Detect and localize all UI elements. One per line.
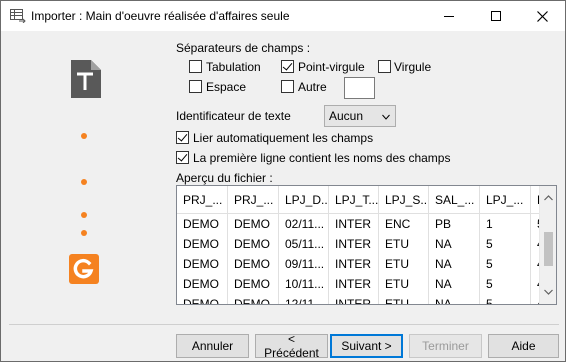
first-row-headers-checkbox[interactable] <box>176 151 189 164</box>
text-qualifier-select[interactable]: Aucun <box>324 105 396 127</box>
preview-cell: NA <box>429 254 480 274</box>
preview-cell: NA <box>429 274 480 294</box>
preview-column-header[interactable]: LPJ_T... <box>329 186 379 213</box>
preview-cell: ETU <box>379 294 429 304</box>
finish-button[interactable]: Terminer <box>409 334 482 358</box>
preview-cell: PB <box>429 214 480 234</box>
preview-cell: 1 <box>480 214 531 234</box>
semicolon-label: Point-virgule <box>298 60 365 74</box>
close-button[interactable] <box>519 1 565 31</box>
preview-cell: DEMO <box>177 274 228 294</box>
preview-row: DEMODEMO10/11...INTERETUNA54 <box>177 274 551 294</box>
footer-divider <box>9 324 559 325</box>
title-bar: Importer : Main d'oeuvre réalisée d'affa… <box>1 1 565 31</box>
cancel-button[interactable]: Annuler <box>176 334 249 358</box>
preview-column-header[interactable]: LPJ_... <box>480 186 531 213</box>
text-qualifier-value: Aucun <box>329 109 364 123</box>
brand-logo-icon <box>69 254 99 284</box>
preview-table: PRJ_... PRJ_... LPJ_D... LPJ_T... LPJ_S... SA… <box>177 186 551 304</box>
table-import-icon <box>10 9 26 24</box>
preview-cell: DEMO <box>228 274 279 294</box>
preview-cell: DEMO <box>228 214 279 234</box>
preview-cell: ETU <box>379 234 429 254</box>
preview-cell: NA <box>429 234 480 254</box>
first-row-headers-label: La première ligne contient les noms des … <box>193 151 451 165</box>
auto-link-label: Lier automatiquement les champs <box>193 131 374 145</box>
window-title: Importer : Main d'oeuvre réalisée d'affa… <box>31 9 290 23</box>
minimize-button[interactable] <box>426 1 472 31</box>
preview-cell: 10/11... <box>279 274 329 294</box>
preview-cell: INTER <box>329 294 379 304</box>
text-qualifier-label: Identificateur de texte <box>176 109 291 123</box>
chevron-down-icon <box>382 114 390 120</box>
preview-cell: DEMO <box>177 254 228 274</box>
separators-heading: Séparateurs de champs : <box>176 41 311 55</box>
space-label: Espace <box>206 80 247 94</box>
text-file-icon <box>71 60 101 98</box>
preview-cell: 12/11... <box>279 294 329 304</box>
scroll-down-icon[interactable] <box>544 288 553 296</box>
preview-cell: NA <box>429 294 480 304</box>
wizard-steps-panel <box>1 32 171 322</box>
preview-cell: INTER <box>329 254 379 274</box>
close-icon <box>536 10 548 22</box>
preview-row: DEMODEMO05/11...INTERETUNA54 <box>177 234 551 254</box>
step-indicator-dot <box>81 212 87 218</box>
help-button[interactable]: Aide <box>488 334 559 358</box>
other-separator-input[interactable] <box>344 77 375 99</box>
preview-heading: Aperçu du fichier : <box>176 171 273 185</box>
preview-cell: DEMO <box>177 214 228 234</box>
next-button[interactable]: Suivant > <box>330 334 403 358</box>
preview-cell: 5 <box>480 254 531 274</box>
previous-button[interactable]: < Précédent <box>255 332 328 360</box>
preview-cell: INTER <box>329 234 379 254</box>
tab-checkbox[interactable] <box>189 60 202 73</box>
preview-cell: DEMO <box>177 294 228 304</box>
preview-column-header[interactable]: LPJ_S... <box>379 186 429 213</box>
preview-column-header[interactable]: LPJ_D... <box>279 186 329 213</box>
preview-row: DEMODEMO09/11...INTERETUNA54 <box>177 254 551 274</box>
preview-cell: 02/11... <box>279 214 329 234</box>
preview-cell: ETU <box>379 254 429 274</box>
preview-row: DEMODEMO12/11...INTERETUNA54 <box>177 294 551 304</box>
preview-cell: INTER <box>329 274 379 294</box>
minimize-icon <box>444 15 454 17</box>
preview-column-header[interactable]: SAL_... <box>429 186 480 213</box>
auto-link-checkbox[interactable] <box>176 131 189 144</box>
preview-column-header[interactable]: PRJ_... <box>228 186 279 213</box>
tab-label: Tabulation <box>206 60 261 74</box>
preview-cell: 05/11... <box>279 234 329 254</box>
scroll-up-icon[interactable] <box>544 194 553 202</box>
preview-cell: DEMO <box>228 294 279 304</box>
step-indicator-dot <box>81 179 87 185</box>
preview-cell: 5 <box>480 274 531 294</box>
preview-cell: 5 <box>480 294 531 304</box>
other-checkbox[interactable] <box>281 80 294 93</box>
preview-header-row: PRJ_... PRJ_... LPJ_D... LPJ_T... LPJ_S... SA… <box>177 186 551 214</box>
preview-cell: DEMO <box>228 234 279 254</box>
import-dialog: Importer : Main d'oeuvre réalisée d'affa… <box>0 0 566 362</box>
step-indicator-dot <box>81 133 87 139</box>
preview-cell: DEMO <box>228 254 279 274</box>
preview-cell: ETU <box>379 274 429 294</box>
step-indicator-dot <box>81 230 87 236</box>
file-preview-grid[interactable]: PRJ_... PRJ_... LPJ_D... LPJ_T... LPJ_S... SA… <box>176 185 557 305</box>
preview-cell: INTER <box>329 214 379 234</box>
preview-cell: ENC <box>379 214 429 234</box>
vertical-scrollbar[interactable] <box>539 186 556 304</box>
space-checkbox[interactable] <box>189 80 202 93</box>
preview-cell: 5 <box>480 234 531 254</box>
maximize-button[interactable] <box>473 1 519 31</box>
comma-label: Virgule <box>394 60 432 74</box>
comma-checkbox[interactable] <box>378 60 391 73</box>
maximize-icon <box>491 11 501 21</box>
preview-cell: DEMO <box>177 234 228 254</box>
semicolon-checkbox[interactable] <box>281 60 294 73</box>
other-label: Autre <box>298 80 327 94</box>
scroll-thumb[interactable] <box>544 232 553 266</box>
preview-cell: 09/11... <box>279 254 329 274</box>
preview-row: DEMODEMO02/11...INTERENCPB15 <box>177 214 551 234</box>
preview-column-header[interactable]: PRJ_... <box>177 186 228 213</box>
